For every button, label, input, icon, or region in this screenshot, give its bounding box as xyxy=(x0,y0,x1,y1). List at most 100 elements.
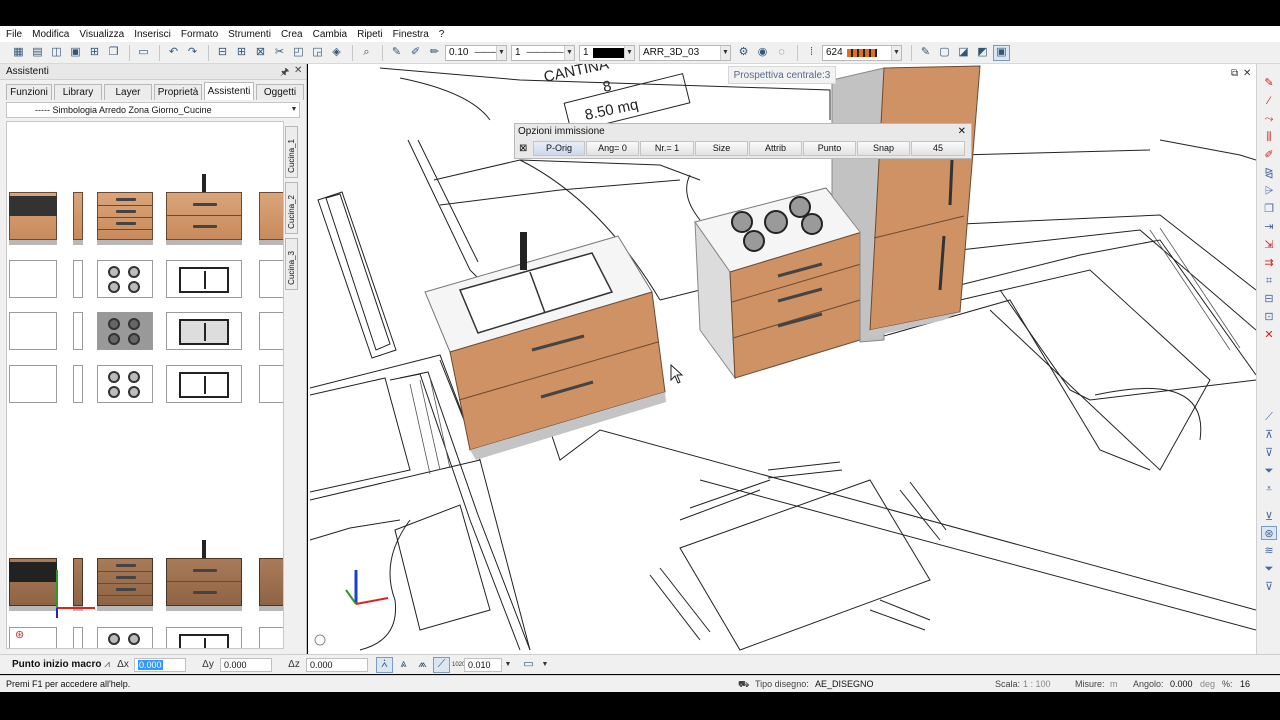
menu-file[interactable]: File xyxy=(6,29,22,40)
tab-cucina-3[interactable]: Cucina_3 xyxy=(285,238,298,290)
pencil-icon[interactable]: ✐ xyxy=(407,45,424,61)
menu-ripeti[interactable]: Ripeti xyxy=(357,29,383,40)
funnel-icon[interactable]: ⏷ xyxy=(1261,562,1277,576)
layer-settings-icon[interactable]: ⚙ xyxy=(735,45,752,61)
line-type-select[interactable]: 1 ———— ▼ xyxy=(511,44,575,61)
bar-options-icon[interactable]: ▭ xyxy=(520,657,537,673)
window-icon[interactable]: ▢ xyxy=(936,45,953,61)
tab-layer[interactable]: Layer xyxy=(104,84,152,100)
option-p-orig-button[interactable]: P-Orig xyxy=(533,140,585,156)
trim-icon[interactable]: ⌗ xyxy=(1261,274,1277,288)
option-snap-button[interactable]: Snap xyxy=(857,140,910,156)
library-item-plan-cooktop-4[interactable] xyxy=(97,627,153,648)
library-item-plan-partial-3[interactable] xyxy=(259,365,283,403)
filter-stack-icon[interactable]: ⩡ xyxy=(1261,482,1277,496)
library-item-partial-cabinet-dark[interactable] xyxy=(259,554,283,612)
library-item-plan-filler-2[interactable] xyxy=(73,312,83,350)
dy-field[interactable]: 0.000 xyxy=(220,657,272,672)
menu-visualizza[interactable]: Visualizza xyxy=(79,29,124,40)
layer-lock-icon[interactable]: ◌ xyxy=(773,45,790,61)
library-item-plan-sink-4[interactable] xyxy=(166,627,242,648)
open-icon[interactable]: ◫ xyxy=(48,45,65,61)
drawing-type-value[interactable]: AE_DISEGNO xyxy=(815,679,874,689)
chevron-down-icon[interactable]: ▼ xyxy=(502,661,514,668)
mirror-icon[interactable]: ⧎ xyxy=(1261,166,1277,180)
menu-cambia[interactable]: Cambia xyxy=(313,29,347,40)
library-item-drawer-cabinet[interactable] xyxy=(97,188,153,246)
library-item-plan-partial-2[interactable] xyxy=(259,312,283,350)
tab-cucina-1[interactable]: Cucina_1 xyxy=(285,126,298,178)
pin-icon[interactable]: 🖈 xyxy=(280,65,289,82)
menu-crea[interactable]: Crea xyxy=(281,29,303,40)
relative-coords-icon[interactable]: ⩓ xyxy=(395,657,412,673)
library-item-oven-cabinet[interactable] xyxy=(9,188,57,246)
pen-icon[interactable]: ✎ xyxy=(388,45,405,61)
angle-value[interactable]: 0.000 xyxy=(1170,679,1193,689)
dimension-icon[interactable]: ⊠ xyxy=(252,45,269,61)
move-icon[interactable]: ⇥ xyxy=(1261,220,1277,234)
menu-finestra[interactable]: Finestra xyxy=(393,29,429,40)
select-icon[interactable]: ⊻ xyxy=(1261,510,1277,524)
library-item-sink-cabinet[interactable] xyxy=(166,174,242,246)
dx-field[interactable]: 0.000 xyxy=(134,657,186,672)
pattern-select[interactable]: 624 ▼ xyxy=(822,44,902,61)
option-number-button[interactable]: Nr.= 1 xyxy=(640,140,694,156)
align-icon[interactable]: ⩥ xyxy=(1261,184,1277,198)
edit-icon[interactable]: ✎ xyxy=(917,45,934,61)
layers-icon[interactable]: ≋ xyxy=(1261,544,1277,558)
zoom-icon[interactable]: ⌕ xyxy=(358,45,375,61)
brush-icon[interactable]: ✏ xyxy=(426,45,443,61)
library-item-plan-sink[interactable] xyxy=(166,260,242,298)
close-icon[interactable]: ✕ xyxy=(1243,68,1251,79)
close-icon[interactable]: ✕ xyxy=(294,65,302,76)
tab-cucina-2[interactable]: Cucina_2 xyxy=(285,182,298,234)
absolute-coords-icon[interactable]: ⩑ xyxy=(376,656,393,673)
step-field[interactable]: 0.010 xyxy=(464,657,502,672)
menu-strumenti[interactable]: Strumenti xyxy=(228,29,271,40)
option-attrib-button[interactable]: Attrib xyxy=(749,140,802,156)
dz-field[interactable]: 0.000 xyxy=(306,657,368,672)
menu-help[interactable]: ? xyxy=(439,29,445,40)
pen-thickness-select[interactable]: 0.10 ——— ▼ xyxy=(445,44,507,61)
tab-assistenti[interactable]: Assistenti xyxy=(204,82,254,100)
tab-library[interactable]: Library xyxy=(54,84,102,100)
layer-select[interactable]: ARR_3D_03 ▼ xyxy=(639,44,731,61)
library-item-plan-partial-4[interactable] xyxy=(259,627,283,648)
window-close-icon[interactable]: ◩ xyxy=(974,45,991,61)
filter-icon[interactable]: ⊽ xyxy=(1261,446,1277,460)
print-icon[interactable]: ⊞ xyxy=(86,45,103,61)
library-item-plan-sink-gray[interactable] xyxy=(166,312,242,350)
option-punto-button[interactable]: Punto xyxy=(803,140,856,156)
copy-icon[interactable]: ❐ xyxy=(1261,202,1277,216)
library-item-sink-cabinet-dark[interactable] xyxy=(166,540,242,612)
scale-value[interactable]: 1 : 100 xyxy=(1023,679,1051,689)
library-item-plan-sink-3[interactable] xyxy=(166,365,242,403)
layer-icon[interactable]: ⊞ xyxy=(233,45,250,61)
close-icon[interactable]: ✕ xyxy=(958,124,966,139)
delete-icon[interactable]: ✕ xyxy=(1261,328,1277,342)
option-angle-step-button[interactable]: 45 xyxy=(911,140,965,156)
pencil-icon[interactable]: ✎ xyxy=(1261,76,1277,90)
measure-value[interactable]: m xyxy=(1110,679,1118,689)
hatch-icon[interactable]: ⁞ xyxy=(803,45,820,61)
menu-modifica[interactable]: Modifica xyxy=(32,29,69,40)
color-select[interactable]: 1 ▼ xyxy=(579,44,635,61)
windows-icon[interactable]: ◪ xyxy=(955,45,972,61)
menu-formato[interactable]: Formato xyxy=(181,29,218,40)
funnel-alt-icon[interactable]: ⊽ xyxy=(1261,580,1277,594)
library-item-partial-cabinet[interactable] xyxy=(259,188,283,246)
brush-icon[interactable]: ✐ xyxy=(1261,148,1277,162)
grid-icon[interactable]: ▦ xyxy=(10,45,27,61)
offset-icon[interactable]: ⇉ xyxy=(1261,256,1277,270)
undo-icon[interactable]: ↶ xyxy=(165,45,182,61)
new-file-icon[interactable]: ▤ xyxy=(29,45,46,61)
option-angle-button[interactable]: Ang= 0 xyxy=(586,140,639,156)
filter-down-icon[interactable]: ⏷ xyxy=(1261,464,1277,478)
redo-icon[interactable]: ↷ xyxy=(184,45,201,61)
paste-special-icon[interactable]: ◲ xyxy=(309,45,326,61)
library-item-drawer-cabinet-dark[interactable] xyxy=(97,554,153,612)
measure-icon[interactable]: ⊟ xyxy=(214,45,231,61)
tab-oggetti[interactable]: Oggetti xyxy=(256,84,304,100)
library-item-filler[interactable] xyxy=(73,188,83,246)
measure-icon[interactable]: ⟋ xyxy=(1261,410,1277,424)
